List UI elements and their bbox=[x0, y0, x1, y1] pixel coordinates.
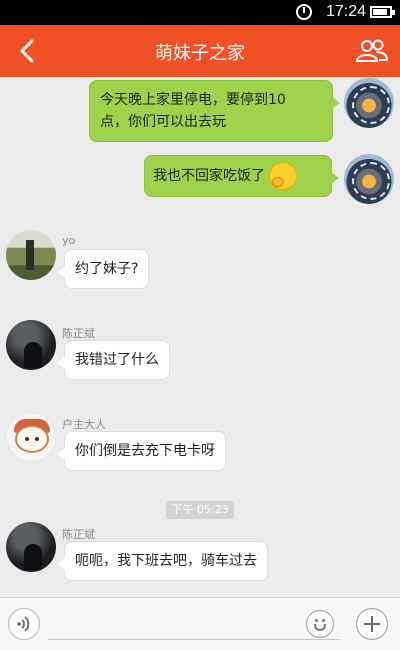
message-text: 呃呃，我下班去吧，骑车过去 bbox=[75, 553, 257, 569]
message-text: 你们倒是去充下电卡呀 bbox=[75, 443, 215, 459]
sender-name: 陈正斌 bbox=[62, 528, 95, 541]
avatar-me[interactable] bbox=[344, 154, 394, 204]
message-bubble-incoming[interactable]: 约了妹子? bbox=[56, 249, 150, 289]
group-members-icon[interactable] bbox=[354, 37, 390, 65]
sender-name: 陈正斌 bbox=[62, 327, 95, 340]
message-text: 约了妹子? bbox=[75, 261, 139, 277]
avatar-chen-zhengbin[interactable] bbox=[6, 320, 56, 370]
message-input[interactable] bbox=[48, 610, 340, 640]
avatar-huzhu-daren[interactable] bbox=[6, 412, 56, 462]
message-text: 我错过了什么 bbox=[75, 352, 159, 368]
message-bubble-incoming[interactable]: 我错过了什么 bbox=[57, 340, 170, 380]
status-bar: 17:24 bbox=[0, 0, 400, 25]
message-bubble-outgoing[interactable]: 今天晚上家里停电，要停到10 点，你们可以出去玩 bbox=[89, 80, 340, 142]
avatar-yo[interactable] bbox=[6, 230, 56, 280]
battery-icon bbox=[370, 6, 395, 18]
emoji-icon[interactable] bbox=[306, 610, 334, 638]
sender-name: yo bbox=[62, 234, 76, 247]
message-text: 我也不回家吃饭了 bbox=[153, 168, 265, 184]
avatar-me[interactable] bbox=[344, 78, 394, 128]
input-bar bbox=[0, 597, 400, 650]
shy-face-emoji-icon bbox=[269, 162, 297, 190]
battery-fill bbox=[373, 9, 387, 15]
message-bubble-incoming[interactable]: 呃呃，我下班去吧，骑车过去 bbox=[57, 541, 268, 581]
message-text-line: 点，你们可以出去玩 bbox=[100, 114, 226, 130]
plus-icon[interactable] bbox=[356, 608, 388, 640]
message-bubble-incoming[interactable]: 你们倒是去充下电卡呀 bbox=[57, 431, 226, 471]
alarm-icon bbox=[296, 4, 312, 20]
status-time: 17:24 bbox=[325, 3, 366, 20]
voice-icon[interactable] bbox=[8, 608, 40, 640]
message-text-line: 今天晚上家里停电，要停到10 bbox=[100, 92, 286, 108]
timestamp: 下午 05:23 bbox=[166, 501, 234, 519]
message-list[interactable]: 今天晚上家里停电，要停到10 点，你们可以出去玩 我也不回家吃饭了 yo 约了妹… bbox=[0, 77, 400, 597]
chat-title: 萌妹子之家 bbox=[155, 43, 245, 64]
message-bubble-outgoing[interactable]: 我也不回家吃饭了 bbox=[144, 155, 339, 197]
sender-name: 户主大人 bbox=[62, 418, 106, 431]
avatar-chen-zhengbin[interactable] bbox=[6, 522, 56, 572]
title-bar: 萌妹子之家 bbox=[0, 25, 400, 77]
